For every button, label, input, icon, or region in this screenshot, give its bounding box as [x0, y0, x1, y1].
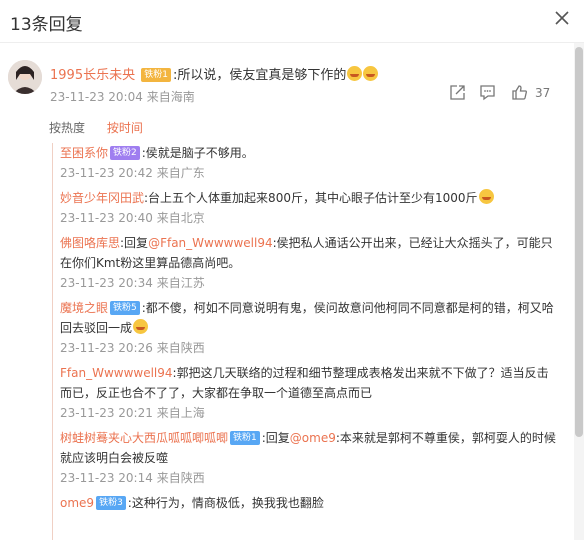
reply-time: 23-11-23 20:42: [60, 166, 153, 180]
reply-text: :侯就是脑子不够用。: [141, 146, 254, 160]
main-comment-text: :所以说，侯友宜真是够下作的: [172, 68, 347, 83]
avatar[interactable]: [8, 60, 42, 94]
sort-bar: 按热度 按时间: [49, 119, 161, 136]
emoji-icon: [478, 189, 494, 204]
reply-item: ome9 铁粉3:这种行为，情商极低，换我我也翻脸: [53, 493, 563, 513]
sort-by-time[interactable]: 按时间: [107, 121, 143, 135]
dialog-header: 13条回复: [0, 0, 584, 43]
reply-item: Ffan_Wwwwwell94:郭把这几天联络的过程和细节整理成表格发出来就不下…: [53, 363, 563, 423]
dialog-title: 13条回复: [10, 15, 83, 35]
reply-mention[interactable]: @Ffan_Wwwwwell94: [148, 236, 273, 250]
emoji-icon: [347, 66, 363, 81]
reply-item: 魔境之眼 铁粉5:都不傻，柯如不同意说明有鬼，侯问故意问他柯同不同意都是柯的错，柯…: [53, 298, 563, 358]
reply-item: 树蛙树蓦夹心大西瓜呱呱唧呱唧 铁粉1:回复@ome9:本来就是郭柯不尊重侯，郭柯耍…: [53, 428, 563, 488]
like-count: 37: [535, 86, 551, 100]
reply-list: 至困系你 铁粉2:侯就是脑子不够用。 23-11-23 20:42 来自广东 妙音…: [52, 143, 563, 540]
reply-username[interactable]: ome9: [60, 496, 94, 510]
fan-badge: 铁粉2: [110, 146, 140, 160]
share-icon[interactable]: [449, 84, 466, 101]
like-icon[interactable]: [511, 84, 528, 101]
close-icon[interactable]: [554, 10, 570, 26]
reply-prefix: :回复: [120, 236, 149, 250]
sort-by-hot[interactable]: 按热度: [49, 121, 85, 135]
reply-time: 23-11-23 20:26: [60, 341, 153, 355]
reply-item: 佛图咯库思:回复@Ffan_Wwwwwell94:侯把私人通话公开出来，已经让大…: [53, 233, 563, 293]
main-comment-time: 23-11-23 20:04: [50, 90, 143, 104]
fan-badge: 铁粉3: [96, 496, 126, 510]
main-comment-text-line: 1995长乐未央 铁粉1:所以说，侯友宜真是够下作的: [50, 64, 379, 83]
reply-time: 23-11-23 20:34: [60, 276, 153, 290]
reply-location: 来自广东: [156, 166, 205, 180]
reply-location: 来自陕西: [156, 471, 205, 485]
reply-text: :这种行为，情商极低，换我我也翻脸: [127, 496, 324, 510]
reply-location: 来自北京: [156, 211, 205, 225]
reply-time: 23-11-23 20:14: [60, 471, 153, 485]
reply-mention[interactable]: @ome9: [290, 431, 336, 445]
reply-time: 23-11-23 20:40: [60, 211, 153, 225]
reply-text: :台上五个人体重加起来800斤，其中心眼子估计至少有1000斤: [144, 191, 478, 205]
reply-username[interactable]: 佛图咯库思: [60, 236, 120, 250]
reply-username[interactable]: Ffan_Wwwwwell94: [60, 366, 173, 380]
fan-badge: 铁粉1: [141, 68, 171, 82]
reply-username[interactable]: 至困系你: [60, 146, 108, 160]
reply-item: 至困系你 铁粉2:侯就是脑子不够用。 23-11-23 20:42 来自广东: [53, 143, 563, 183]
comment-icon[interactable]: [479, 84, 496, 101]
reply-username[interactable]: 魔境之眼: [60, 301, 108, 315]
main-comment: 1995长乐未央 铁粉1:所以说，侯友宜真是够下作的 23-11-23 20:0…: [0, 44, 570, 110]
reply-prefix: :回复: [261, 431, 290, 445]
scrollbar[interactable]: [574, 43, 584, 540]
emoji-icon: [363, 66, 379, 81]
reply-item: 妙音少年冈田武:台上五个人体重加起来800斤，其中心眼子估计至少有1000斤 2…: [53, 188, 563, 228]
reply-time: 23-11-23 20:21: [60, 406, 153, 420]
reply-username[interactable]: 妙音少年冈田武: [60, 191, 144, 205]
fan-badge: 铁粉1: [230, 431, 260, 445]
reply-location: 来自上海: [156, 406, 205, 420]
reply-location: 来自陕西: [156, 341, 205, 355]
reply-location: 来自江苏: [156, 276, 205, 290]
main-comment-meta: 23-11-23 20:04 来自海南: [50, 88, 195, 105]
main-comment-username[interactable]: 1995长乐未央: [50, 68, 135, 83]
scrollbar-thumb[interactable]: [575, 47, 583, 437]
main-comment-location: 来自海南: [146, 90, 195, 104]
emoji-icon: [133, 319, 149, 334]
fan-badge: 铁粉5: [110, 301, 140, 315]
reply-username[interactable]: 树蛙树蓦夹心大西瓜呱呱唧呱唧: [60, 431, 228, 445]
